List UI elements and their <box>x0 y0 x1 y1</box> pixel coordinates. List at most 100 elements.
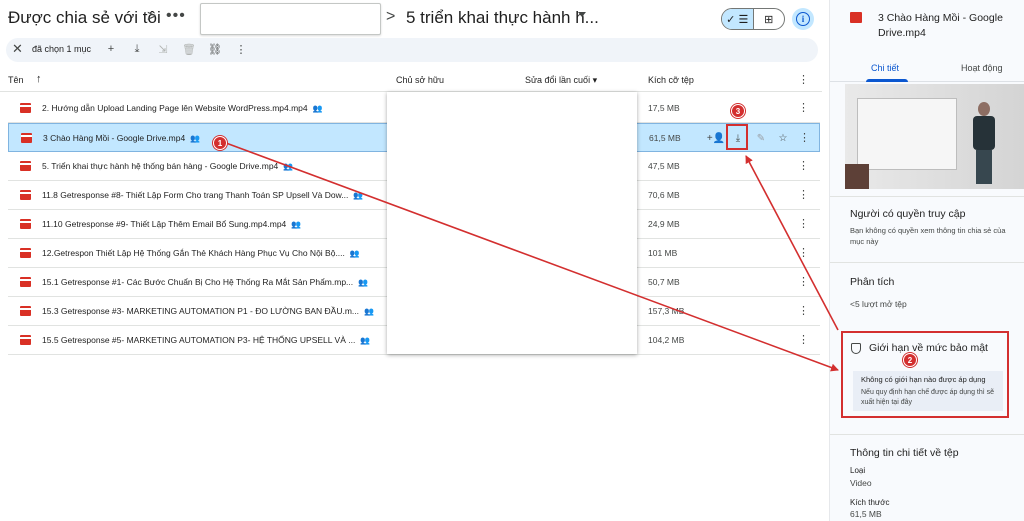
video-thumbnail[interactable] <box>845 84 1024 189</box>
shared-people-icon: 👥 <box>360 336 371 345</box>
type-label: Loại <box>850 466 866 475</box>
view-toggle: ✓ ☰ ⊞ <box>721 8 785 30</box>
more-icon[interactable]: ⋮ <box>798 333 809 346</box>
divider <box>830 262 1024 263</box>
file-name: 15.1 Getresponse #1- Các Bước Chuẩn Bị C… <box>42 277 369 287</box>
video-file-icon <box>20 103 31 113</box>
more-icon[interactable]: ⋮ <box>798 246 809 259</box>
video-file-icon <box>850 12 862 23</box>
close-icon[interactable]: ✕ <box>12 41 23 57</box>
header-bar: Được chia sẻ với tôi > ••• > 5 triển kha… <box>0 0 822 38</box>
annotation-badge-3: 3 <box>731 104 745 118</box>
info-icon: i <box>796 12 810 26</box>
sort-arrow-icon[interactable]: ↑ <box>36 73 42 85</box>
access-text: Bạn không có quyền xem thông tin chia sẻ… <box>850 226 1006 246</box>
active-tab-indicator <box>866 79 908 82</box>
more-icon[interactable]: ⋮ <box>798 217 809 230</box>
more-icon[interactable]: ⋮ <box>799 131 810 144</box>
presenter-figure <box>971 102 997 184</box>
shared-people-icon: 👥 <box>190 134 201 143</box>
grid-view-icon[interactable]: ⊞ <box>754 9 785 29</box>
shared-people-icon: 👥 <box>312 104 323 113</box>
list-view-icon[interactable]: ✓ ☰ <box>722 9 754 29</box>
link-icon[interactable]: ⛓ <box>208 42 222 56</box>
download-icon[interactable]: ⤓ <box>130 42 144 56</box>
security-info: Không có giới hạn nào được áp dụng Nếu q… <box>853 371 1003 411</box>
size-label: Kích thước <box>850 498 890 507</box>
selection-toolbar: ✕ đã chọn 1 mục + ⤓ ⇲ 🗑 ⛓ ⋮ <box>6 38 818 62</box>
video-file-icon <box>20 219 31 229</box>
chevron-down-icon[interactable] <box>578 12 586 17</box>
breadcrumb-current-folder[interactable]: 5 triển khai thực hành h... <box>406 8 599 28</box>
breadcrumb-separator: > <box>147 8 157 25</box>
table-header: Tên ↑ Chủ sở hữu Sửa đổi lần cuối ▾ Kích… <box>0 68 822 92</box>
more-icon[interactable]: ⋮ <box>798 304 809 317</box>
file-size: 157,3 MB <box>648 306 685 316</box>
divider <box>830 196 1024 197</box>
file-size: 61,5 MB <box>649 133 681 143</box>
file-name: 15.3 Getresponse #3- MARKETING AUTOMATIO… <box>42 306 374 316</box>
file-size: 47,5 MB <box>648 161 680 171</box>
security-line2: Nếu quy định hạn chế được áp dụng thì sẽ… <box>861 389 995 406</box>
analytics-text[interactable]: <5 lượt mở tệp <box>850 299 1020 310</box>
file-name: 2. Hướng dẫn Upload Landing Page lên Web… <box>42 103 323 113</box>
file-name: 5. Triển khai thực hành hệ thống bán hàn… <box>42 161 294 171</box>
security-line1: Không có giới hạn nào được áp dụng <box>861 375 986 384</box>
column-size[interactable]: Kích cỡ tệp <box>648 75 694 85</box>
more-icon[interactable]: ⋮ <box>798 159 809 172</box>
trash-icon[interactable]: 🗑 <box>182 42 196 56</box>
column-owner[interactable]: Chủ sở hữu <box>396 75 444 85</box>
person-add-icon[interactable]: + <box>104 42 118 56</box>
shared-people-icon: 👥 <box>353 191 364 200</box>
file-size: 50,7 MB <box>648 277 680 287</box>
panel-tabs: Chi tiết Hoạt động <box>830 60 1024 82</box>
tab-activity[interactable]: Hoạt động <box>961 63 1003 73</box>
download-highlight-box <box>726 124 748 150</box>
file-name: 3 Chào Hàng Mồi - Google Drive.mp4 👥 <box>43 133 201 143</box>
shield-icon <box>851 343 861 354</box>
file-name: 15.5 Getresponse #5- MARKETING AUTOMATIO… <box>42 335 371 345</box>
share-icon[interactable]: +👤 <box>707 130 725 146</box>
divider <box>830 434 1024 435</box>
column-modified[interactable]: Sửa đổi lần cuối ▾ <box>525 75 597 86</box>
star-icon[interactable]: ☆ <box>776 130 790 146</box>
shared-people-icon: 👥 <box>349 249 360 258</box>
projector-screen <box>857 98 957 170</box>
row-actions: +👤 ⤓ ✎ ☆ <box>707 130 793 146</box>
selection-count: đã chọn 1 mục <box>32 44 92 54</box>
file-size: 17,5 MB <box>648 103 680 113</box>
details-title: Thông tin chi tiết về tệp <box>850 447 959 459</box>
rename-icon[interactable]: ✎ <box>754 130 768 146</box>
annotation-badge-2: 2 <box>903 353 917 367</box>
video-file-icon <box>20 277 31 287</box>
size-value: 61,5 MB <box>850 509 882 519</box>
breadcrumb-shared-with-me[interactable]: Được chia sẻ với tôi <box>8 8 161 28</box>
breadcrumb-more-icon[interactable]: ••• <box>166 7 186 25</box>
column-name[interactable]: Tên <box>8 75 24 85</box>
video-file-icon <box>21 133 32 143</box>
more-icon[interactable]: ⋮ <box>798 188 809 201</box>
type-value: Video <box>850 478 872 488</box>
analytics-title: Phân tích <box>850 276 895 288</box>
move-icon[interactable]: ⇲ <box>156 42 170 56</box>
file-size: 24,9 MB <box>648 219 680 229</box>
annotation-badge-1: 1 <box>213 136 227 150</box>
shared-people-icon: 👥 <box>358 278 369 287</box>
security-limits-section: Giới hạn về mức bảo mật Không có giới hạ… <box>841 331 1009 418</box>
video-file-icon <box>20 248 31 258</box>
shared-people-icon: 👥 <box>364 307 374 316</box>
shared-people-icon: 👥 <box>283 162 294 171</box>
details-panel: 3 Chào Hàng Mồi - Google Drive.mp4 Chi t… <box>829 0 1024 521</box>
info-button[interactable]: i <box>792 8 814 30</box>
breadcrumb-separator: > <box>386 8 396 25</box>
video-file-icon <box>20 190 31 200</box>
more-icon[interactable]: ⋮ <box>798 275 809 288</box>
more-icon[interactable]: ⋮ <box>798 73 809 86</box>
file-size: 70,6 MB <box>648 190 680 200</box>
more-icon[interactable]: ⋮ <box>234 42 248 56</box>
tab-details[interactable]: Chi tiết <box>871 63 899 73</box>
file-name: 11.8 Getresponse #8- Thiết Lập Form Cho … <box>42 190 364 200</box>
more-icon[interactable]: ⋮ <box>798 101 809 114</box>
video-file-icon <box>20 306 31 316</box>
breadcrumb-hidden-folder[interactable] <box>200 3 381 35</box>
